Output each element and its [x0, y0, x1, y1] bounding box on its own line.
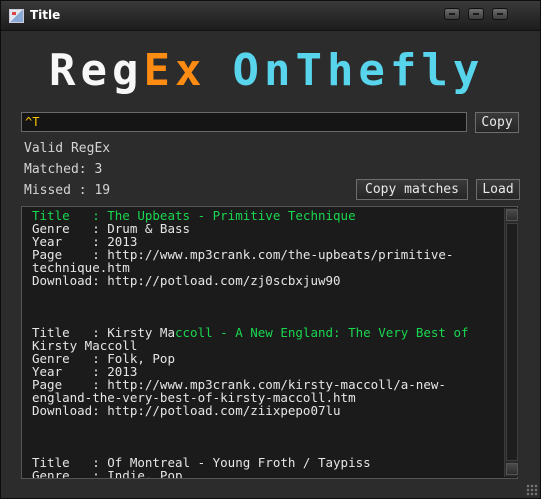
load-button[interactable]: Load	[476, 179, 520, 200]
window-title: Title	[30, 8, 61, 22]
regex-input[interactable]: ^T	[21, 112, 467, 132]
matched-count: Matched: 3	[24, 162, 103, 177]
scroll-thumb[interactable]	[506, 223, 518, 461]
entry-details: Genre : Drum & Bass Year : 2013 Page : h…	[32, 221, 454, 288]
scroll-down-icon[interactable]	[506, 463, 518, 475]
match-highlight: ccoll - A New England: The Very Best of	[175, 325, 469, 340]
logo-part-onthefly: OnThefly	[232, 45, 485, 96]
missed-count: Missed : 19	[24, 183, 111, 198]
validity-status: Valid RegEx	[24, 141, 111, 156]
close-icon[interactable]	[492, 8, 508, 20]
main-window: Title RegEx OnThefly ^T Copy Valid RegEx …	[0, 0, 541, 499]
list-item: Title : Kirsty Maccoll - A New England: …	[32, 325, 469, 418]
resize-grip-icon[interactable]	[526, 484, 538, 496]
app-logo: RegEx OnThefly	[49, 41, 484, 101]
results-text[interactable]: Title : The Upbeats - Primitive Techniqu…	[32, 208, 504, 479]
logo-part-ex: Ex	[143, 45, 207, 96]
app-icon	[9, 9, 24, 23]
logo-part-reg: Reg	[49, 45, 144, 96]
list-item: Title : Of Montreal - Young Froth / Tayp…	[32, 455, 371, 479]
entry-details: Kirsty Maccoll Genre : Folk, Pop Year : …	[32, 338, 446, 418]
maximize-icon[interactable]	[468, 8, 484, 20]
title-bar[interactable]: Title	[1, 1, 540, 31]
list-item: Title : The Upbeats - Primitive Techniqu…	[32, 208, 453, 288]
scroll-up-icon[interactable]	[506, 209, 518, 221]
copy-button[interactable]: Copy	[475, 112, 519, 133]
copy-matches-button[interactable]: Copy matches	[356, 179, 468, 200]
results-pane[interactable]: Title : The Upbeats - Primitive Techniqu…	[21, 206, 518, 479]
minimize-icon[interactable]	[444, 8, 460, 20]
vertical-scrollbar[interactable]	[504, 208, 519, 477]
